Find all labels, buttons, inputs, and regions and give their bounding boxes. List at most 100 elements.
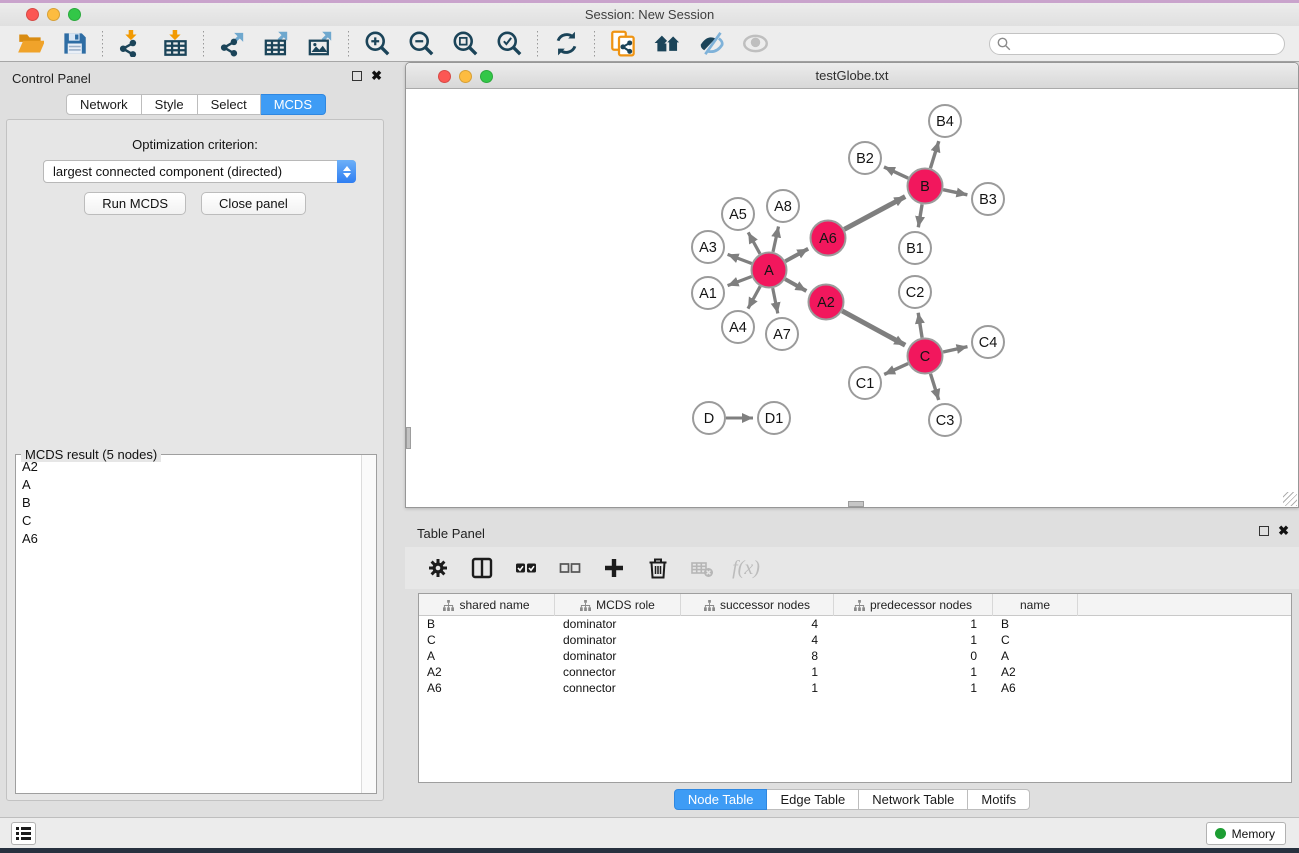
graph-node-A3[interactable]: A3: [692, 231, 724, 263]
graph-node-B3[interactable]: B3: [972, 183, 1004, 215]
tab-motifs[interactable]: Motifs: [968, 789, 1030, 810]
network-graph-svg[interactable]: B4B2BB3A8A5A6A3B1AA1C2A2A4A7C4CC1DD1C3: [406, 89, 1298, 507]
graph-node-B1[interactable]: B1: [899, 232, 931, 264]
function-builder-button[interactable]: f(x): [729, 552, 763, 584]
tab-edge-table[interactable]: Edge Table: [767, 789, 859, 810]
graph-edge[interactable]: [748, 286, 760, 308]
canvas-vertical-scrollbar[interactable]: [406, 427, 411, 449]
zoom-selected-button[interactable]: [487, 28, 531, 60]
tab-mcds[interactable]: MCDS: [261, 94, 326, 115]
export-network-button[interactable]: [210, 28, 254, 60]
mcds-result-item[interactable]: A6: [16, 529, 362, 547]
zoom-window-button[interactable]: [68, 8, 81, 21]
graph-node-C2[interactable]: C2: [899, 276, 931, 308]
graph-node-A6[interactable]: A6: [811, 221, 846, 256]
column-header-predecessor-nodes[interactable]: predecessor nodes: [834, 594, 993, 616]
graph-node-C4[interactable]: C4: [972, 326, 1004, 358]
close-panel-button[interactable]: Close panel: [201, 192, 306, 215]
show-task-history-button[interactable]: [11, 822, 36, 845]
table-row[interactable]: Cdominator41C: [419, 632, 1291, 648]
graph-edge[interactable]: [773, 227, 779, 252]
column-header-successor-nodes[interactable]: successor nodes: [681, 594, 834, 616]
graph-edge[interactable]: [842, 311, 905, 345]
graph-edge[interactable]: [931, 374, 939, 400]
result-list-scrollbar[interactable]: [361, 455, 376, 793]
create-column-button[interactable]: [597, 552, 631, 584]
show-graphics-details-button[interactable]: [733, 28, 777, 60]
deselect-all-columns-button[interactable]: [553, 552, 587, 584]
table-options-button[interactable]: [421, 552, 455, 584]
graph-edge[interactable]: [884, 364, 908, 375]
memory-button[interactable]: Memory: [1206, 822, 1286, 845]
network-zoom-button[interactable]: [480, 70, 493, 83]
search-input[interactable]: [989, 33, 1285, 55]
graph-edge[interactable]: [884, 167, 908, 178]
table-row[interactable]: A2connector11A2: [419, 664, 1291, 680]
tab-network-table[interactable]: Network Table: [859, 789, 968, 810]
delete-table-button[interactable]: [685, 552, 719, 584]
graph-edge[interactable]: [773, 288, 778, 313]
graph-edge[interactable]: [728, 254, 752, 263]
apply-layout-button[interactable]: [544, 28, 588, 60]
zoom-in-button[interactable]: [355, 28, 399, 60]
mcds-result-item[interactable]: B: [16, 493, 362, 511]
window-resize-grip[interactable]: [1283, 492, 1297, 506]
graph-node-A1[interactable]: A1: [692, 277, 724, 309]
close-window-button[interactable]: [26, 8, 39, 21]
show-column-button[interactable]: [465, 552, 499, 584]
tab-node-table[interactable]: Node Table: [674, 789, 768, 810]
network-canvas[interactable]: B4B2BB3A8A5A6A3B1AA1C2A2A4A7C4CC1DD1C3: [406, 89, 1298, 507]
graph-edge[interactable]: [844, 197, 905, 230]
graph-node-A8[interactable]: A8: [767, 190, 799, 222]
new-network-from-selection-button[interactable]: [601, 28, 645, 60]
graph-edge[interactable]: [943, 190, 967, 195]
column-header-shared-name[interactable]: shared name: [419, 594, 555, 616]
zoom-out-button[interactable]: [399, 28, 443, 60]
mcds-result-item[interactable]: C: [16, 511, 362, 529]
graph-node-C3[interactable]: C3: [929, 404, 961, 436]
tab-style[interactable]: Style: [142, 94, 198, 115]
mcds-result-item[interactable]: A2: [16, 457, 362, 475]
first-neighbors-button[interactable]: [645, 28, 689, 60]
canvas-horizontal-scrollbar[interactable]: [848, 501, 864, 507]
tab-select[interactable]: Select: [198, 94, 261, 115]
graph-edge[interactable]: [748, 232, 760, 253]
export-table-button[interactable]: [254, 28, 298, 60]
save-session-button[interactable]: [52, 28, 96, 60]
graph-node-A5[interactable]: A5: [722, 198, 754, 230]
float-panel-icon[interactable]: [1259, 526, 1269, 536]
graph-node-A4[interactable]: A4: [722, 311, 754, 343]
zoom-fit-button[interactable]: [443, 28, 487, 60]
network-close-button[interactable]: [438, 70, 451, 83]
graph-node-C1[interactable]: C1: [849, 367, 881, 399]
graph-node-A7[interactable]: A7: [766, 318, 798, 350]
delete-column-button[interactable]: [641, 552, 675, 584]
table-row[interactable]: Bdominator41B: [419, 616, 1291, 632]
hide-selected-button[interactable]: [689, 28, 733, 60]
graph-edge[interactable]: [785, 249, 808, 262]
select-all-columns-button[interactable]: [509, 552, 543, 584]
export-image-button[interactable]: [298, 28, 342, 60]
tab-network[interactable]: Network: [66, 94, 142, 115]
column-header-name[interactable]: name: [993, 594, 1078, 616]
network-window-titlebar[interactable]: testGlobe.txt: [406, 63, 1298, 89]
graph-node-C[interactable]: C: [908, 339, 943, 374]
graph-node-D1[interactable]: D1: [758, 402, 790, 434]
table-row[interactable]: Adominator80A: [419, 648, 1291, 664]
minimize-window-button[interactable]: [47, 8, 60, 21]
column-header-MCDS-role[interactable]: MCDS role: [555, 594, 681, 616]
float-panel-icon[interactable]: [352, 71, 362, 81]
import-table-button[interactable]: [153, 28, 197, 60]
graph-node-A[interactable]: A: [752, 253, 787, 288]
network-minimize-button[interactable]: [459, 70, 472, 83]
graph-edge[interactable]: [943, 347, 967, 352]
graph-edge[interactable]: [930, 141, 938, 168]
table-row[interactable]: A6connector11A6: [419, 680, 1291, 696]
graph-edge[interactable]: [785, 279, 806, 291]
graph-node-B[interactable]: B: [908, 169, 943, 204]
graph-node-D[interactable]: D: [693, 402, 725, 434]
close-panel-icon[interactable]: ✖: [1278, 526, 1289, 536]
open-session-button[interactable]: [8, 28, 52, 60]
graph-node-A2[interactable]: A2: [809, 285, 844, 320]
graph-node-B2[interactable]: B2: [849, 142, 881, 174]
